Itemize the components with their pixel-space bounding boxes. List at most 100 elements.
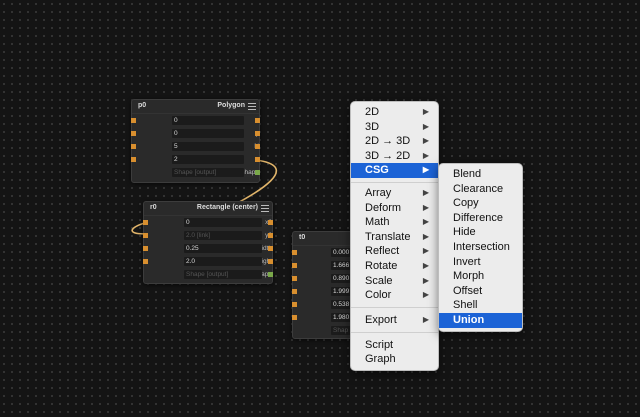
output-port[interactable] [255, 131, 260, 136]
submenu-item-shell[interactable]: Shell [439, 298, 522, 313]
submenu-item-clearance[interactable]: Clearance [439, 182, 522, 197]
output-port[interactable] [255, 118, 260, 123]
submenu-item-invert[interactable]: Invert [439, 255, 522, 270]
menu-item-script[interactable]: Script [351, 338, 438, 353]
node-type-label: Rectangle (center) [196, 204, 258, 211]
submenu-item-offset[interactable]: Offset [439, 284, 522, 299]
hamburger-menu-icon[interactable] [261, 205, 269, 212]
submenu-item-label: Shell [453, 299, 478, 312]
value-field[interactable]: 5 [172, 142, 244, 151]
menu-item-array[interactable]: Array ▶ [351, 186, 438, 201]
menu-item-deform[interactable]: Deform ▶ [351, 201, 438, 216]
menu-item-label: 2D [365, 106, 380, 118]
menu-item-2d-to-3d[interactable]: 2D → 3D ▶ [351, 134, 438, 149]
menu-item-export[interactable]: Export ▶ [351, 313, 438, 328]
input-port[interactable] [131, 131, 136, 136]
submenu-item-label: Copy [453, 197, 479, 210]
submenu-item-blend[interactable]: Blend [439, 167, 522, 182]
input-port[interactable] [143, 259, 148, 264]
submenu-item-label: Hide [453, 226, 476, 239]
submenu-arrow-icon: ▶ [422, 231, 429, 241]
menu-item-label: Export [365, 314, 397, 326]
output-port[interactable] [268, 259, 273, 264]
hamburger-menu-icon[interactable] [248, 103, 256, 110]
input-port[interactable] [143, 233, 148, 238]
menu-item-csg[interactable]: CSG ▶ [351, 163, 438, 178]
output-port[interactable] [268, 246, 273, 251]
menu-item-label: Color [365, 289, 392, 302]
value-field[interactable]: 0 [172, 129, 244, 138]
menu-item-graph[interactable]: Graph [351, 352, 438, 367]
submenu-arrow-icon: ▶ [422, 107, 429, 116]
submenu-item-label: Invert [453, 255, 481, 268]
node-row-x: x 0 [131, 114, 260, 127]
input-port[interactable] [292, 289, 297, 294]
menu-item-label: Array [365, 187, 392, 199]
input-port[interactable] [131, 157, 136, 162]
submenu-arrow-icon: ▶ [422, 290, 429, 300]
value-field[interactable]: 0.25 [184, 244, 262, 253]
node-row-x0: x0 0 [143, 216, 273, 229]
menu-item-reflect[interactable]: Reflect ▶ [351, 244, 438, 259]
value-field[interactable]: 2 [172, 155, 244, 164]
rectangle-node[interactable]: r0 Rectangle (center) x0 0 y0 2.0 [link]… [143, 201, 273, 284]
menu-item-3d-to-2d[interactable]: 3D → 2D ▶ [351, 149, 438, 164]
node-row-shape: shape Shape [output] [144, 268, 273, 281]
submenu-arrow-icon: ▶ [422, 202, 429, 212]
menu-item-color[interactable]: Color ▶ [351, 288, 438, 303]
input-port[interactable] [292, 302, 297, 307]
node-header[interactable]: p0 Polygon [132, 100, 259, 114]
menu-item-2d[interactable]: 2D ▶ [351, 105, 438, 120]
node-row-width: width 0.25 [143, 242, 273, 255]
node-row-n: N 5 [131, 140, 260, 153]
submenu-item-union[interactable]: Union [439, 313, 522, 328]
menu-item-translate[interactable]: Translate ▶ [351, 230, 438, 245]
menu-item-label: 3D [365, 120, 380, 133]
submenu-item-difference[interactable]: Difference [439, 211, 522, 226]
value-field[interactable]: 0 [184, 218, 262, 227]
value-field[interactable]: 2.0 [184, 257, 262, 266]
menu-item-label: Math [365, 216, 390, 229]
submenu-arrow-icon: ▶ [422, 188, 429, 197]
submenu-item-label: Union [453, 314, 485, 326]
menu-item-3d[interactable]: 3D ▶ [351, 120, 438, 135]
input-port[interactable] [143, 220, 148, 225]
menu-item-label: Script [365, 338, 394, 351]
value-field[interactable]: 0 [172, 116, 244, 125]
submenu-item-intersection[interactable]: Intersection [439, 240, 522, 255]
input-port[interactable] [131, 144, 136, 149]
input-port[interactable] [292, 276, 297, 281]
menu-item-math[interactable]: Math ▶ [351, 215, 438, 230]
csg-submenu: Blend Clearance Copy Difference Hide Int… [438, 163, 523, 332]
submenu-arrow-icon: ▶ [422, 217, 429, 227]
input-port[interactable] [292, 263, 297, 268]
submenu-item-label: Difference [453, 211, 503, 224]
submenu-item-morph[interactable]: Morph [439, 269, 522, 284]
output-value-field: Shape [output] [172, 168, 244, 177]
menu-separator [351, 182, 438, 183]
input-port[interactable] [292, 250, 297, 255]
polygon-node[interactable]: p0 Polygon x 0 y 0 N 5 r 2 shape Shape [… [131, 99, 260, 183]
node-name: r0 [150, 204, 157, 211]
submenu-arrow-icon: ▶ [422, 165, 429, 175]
output-port[interactable] [255, 157, 260, 162]
input-port[interactable] [131, 118, 136, 123]
linked-value-field: 2.0 [link] [184, 231, 262, 240]
output-port[interactable] [268, 220, 273, 225]
menu-item-scale[interactable]: Scale ▶ [351, 274, 438, 289]
output-port[interactable] [255, 144, 260, 149]
submenu-arrow-icon: ▶ [422, 315, 429, 324]
input-port[interactable] [143, 246, 148, 251]
node-header[interactable]: r0 Rectangle (center) [144, 202, 272, 216]
submenu-item-label: Intersection [453, 241, 510, 253]
output-port[interactable] [268, 233, 273, 238]
input-port[interactable] [292, 315, 297, 320]
shape-output-port[interactable] [268, 272, 273, 277]
shape-output-port[interactable] [255, 170, 260, 175]
submenu-arrow-icon: ▶ [422, 136, 429, 146]
submenu-arrow-icon: ▶ [422, 275, 429, 285]
submenu-item-hide[interactable]: Hide [439, 225, 522, 240]
menu-item-label: Deform [365, 201, 402, 214]
menu-item-rotate[interactable]: Rotate ▶ [351, 259, 438, 274]
submenu-item-copy[interactable]: Copy [439, 196, 522, 211]
